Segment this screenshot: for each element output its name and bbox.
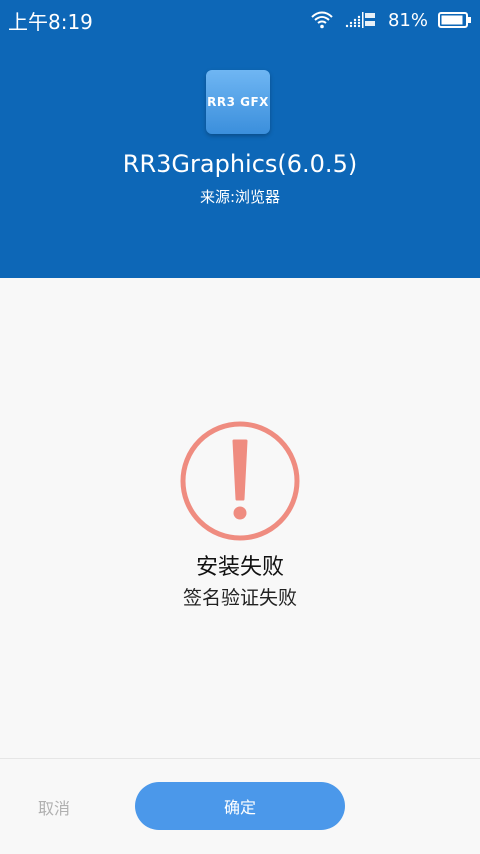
install-status-reason: 签名验证失败 (182, 587, 297, 609)
status-bar: 上午8:19 81% (0, 0, 480, 40)
cancel-button[interactable]: 取消 (22, 795, 86, 819)
confirm-button[interactable]: 确定 (135, 782, 345, 830)
battery-percentage: 81% (387, 9, 428, 31)
wifi-icon (310, 11, 334, 29)
install-result-panel: 安装失败 签名验证失败 (0, 278, 480, 758)
app-name: RR3Graphics(6.0.5) (122, 150, 358, 178)
battery-icon (438, 12, 472, 28)
error-alert-icon (180, 421, 300, 541)
app-icon: RR3 GFX (206, 70, 270, 134)
cellular-signal-icon (344, 11, 378, 29)
status-right: 81% (310, 10, 472, 31)
header: 上午8:19 81% RR3 GFX RR3Graphics(6.0.5) 来源… (0, 0, 480, 278)
install-source: 来源:浏览器 (199, 188, 281, 206)
install-status-title: 安装失败 (195, 555, 284, 580)
action-bar: 取消 确定 (0, 758, 480, 854)
status-time: 上午8:19 (8, 9, 93, 34)
app-icon-text: RR3 GFX (207, 95, 269, 109)
